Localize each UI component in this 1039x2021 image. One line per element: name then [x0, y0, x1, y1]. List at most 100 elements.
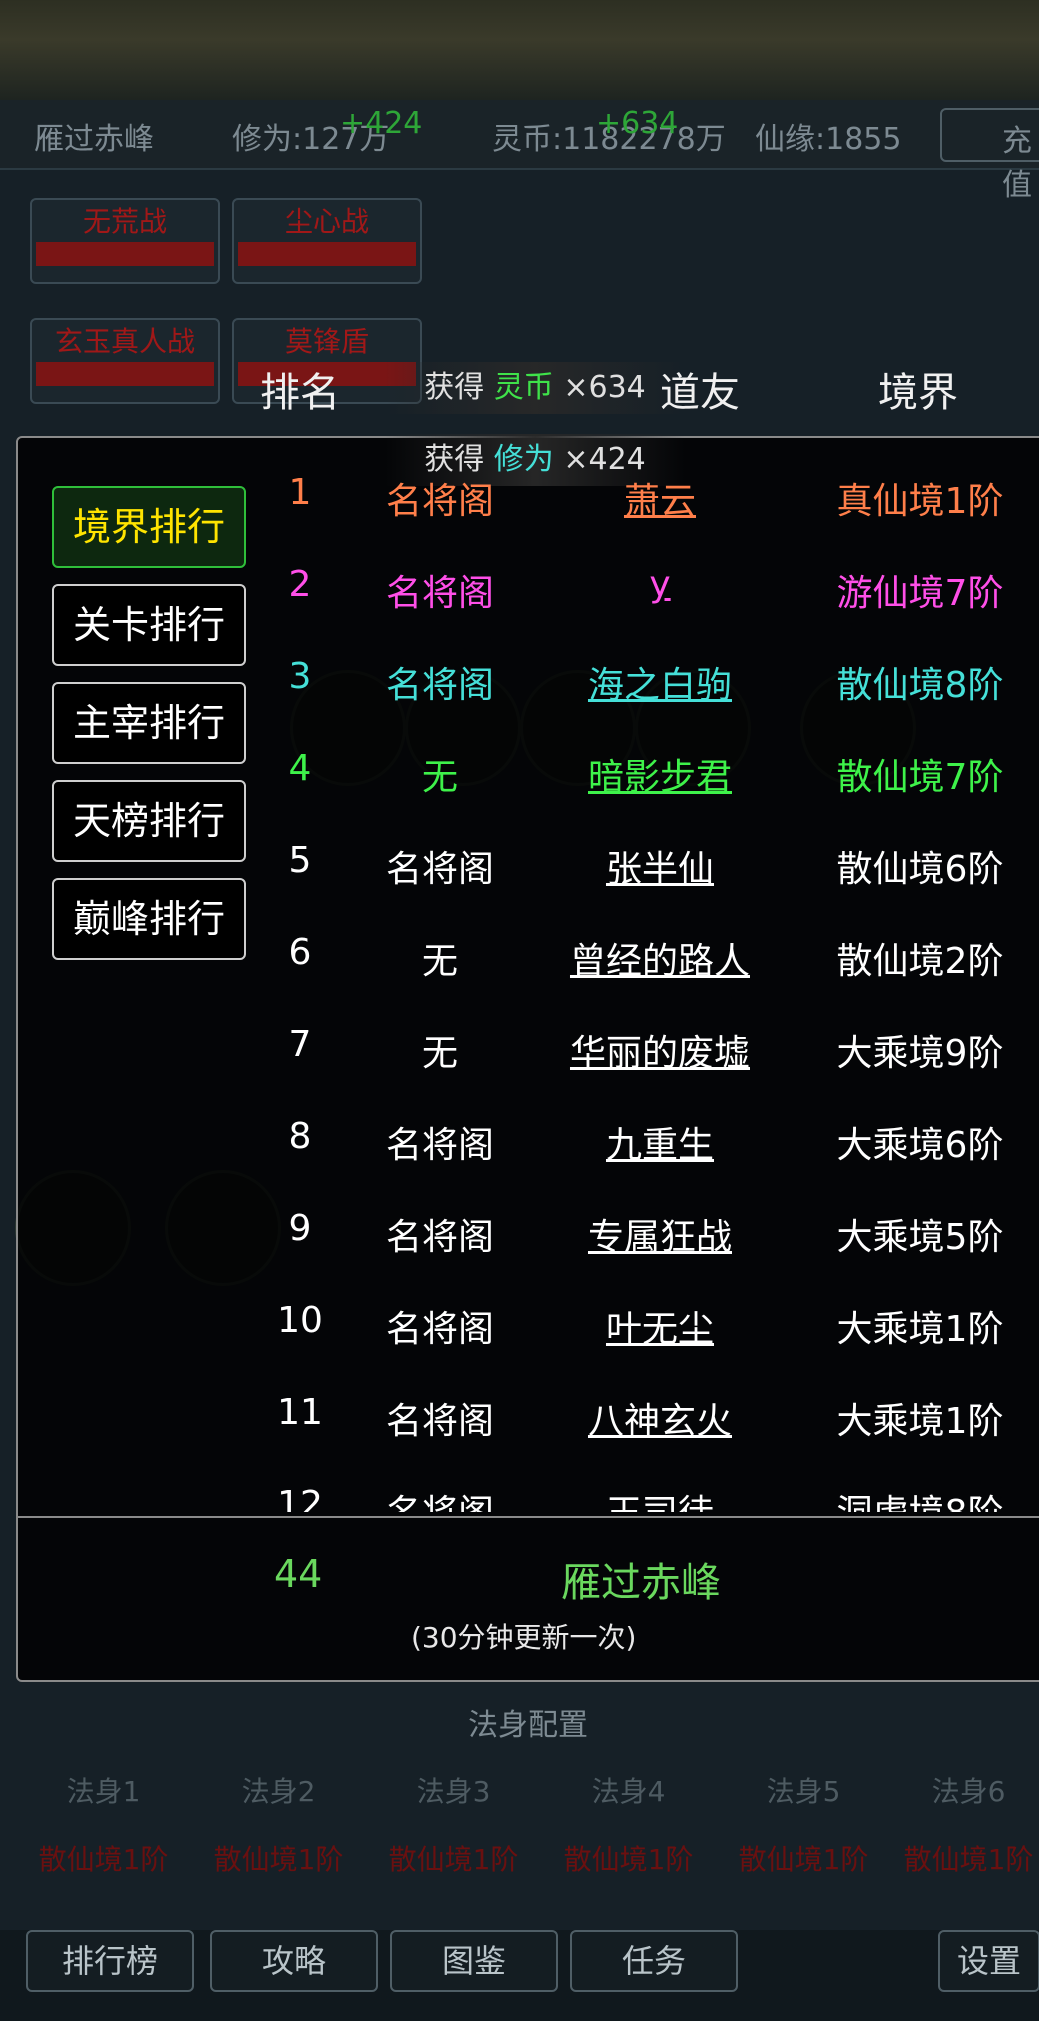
guild-cell: 名将阁 [350, 1484, 530, 1512]
nav-task-button[interactable]: 任务 [570, 1930, 738, 1992]
dharma-slots: 法身1 散仙境1阶 法身2 散仙境1阶 法身3 散仙境1阶 法身4 散仙境1阶 … [16, 1770, 1039, 1920]
nav-settings-button[interactable]: 设置 [938, 1930, 1039, 1992]
my-rank-row: 44 雁过赤峰 (30分钟更新一次) [16, 1516, 1039, 1678]
ranking-row[interactable]: 3 名将阁 海之白驹 散仙境8阶 [260, 636, 1039, 728]
player-name-link[interactable]: 暗影步君 [510, 748, 810, 800]
header-name: 道友 [660, 370, 740, 416]
realm-cell: 散仙境8阶 [836, 665, 1004, 706]
ranking-row[interactable]: 7 无 华丽的废墟 大乘境9阶 [260, 1004, 1039, 1096]
player-name-link[interactable]: 王司徒 [510, 1484, 810, 1512]
player-name-link[interactable]: 曾经的路人 [510, 932, 810, 984]
player-name-link[interactable]: 萧云 [510, 472, 810, 524]
rank-cell: 4 [288, 748, 312, 789]
realm-cell: 真仙境1阶 [836, 481, 1004, 522]
dharma-slot[interactable]: 法身3 散仙境1阶 [366, 1770, 541, 1878]
bottom-nav: 排行榜 攻略 图鉴 任务 设置 [0, 1930, 1039, 2021]
dharma-name: 法身4 [591, 1775, 666, 1808]
rank-cell: 11 [277, 1392, 323, 1433]
top-scenery [0, 0, 1039, 100]
tab-heaven-ranking[interactable]: 天榜排行 [52, 780, 246, 862]
battle-card[interactable]: 无荒战 [30, 198, 220, 284]
realm-cell: 洞虚境8阶 [800, 1484, 1039, 1512]
dharma-name: 法身5 [766, 1775, 841, 1808]
header-realm: 境界 [878, 370, 958, 416]
rank-cell: 3 [288, 656, 312, 697]
dharma-realm: 散仙境1阶 [563, 1843, 694, 1876]
realm-cell: 大乘境6阶 [836, 1125, 1004, 1166]
nav-guide-button[interactable]: 攻略 [210, 1930, 378, 1992]
rank-cell: 12 [277, 1484, 323, 1512]
rank-cell: 5 [288, 840, 312, 881]
ranking-row[interactable]: 8 名将阁 九重生 大乘境6阶 [260, 1096, 1039, 1188]
ranking-row[interactable]: 11 名将阁 八神玄火 大乘境1阶 [260, 1372, 1039, 1464]
guild-cell: 名将阁 [385, 573, 494, 614]
cultivation-gain: +424 [340, 106, 423, 141]
battle-card-title: 莫锋盾 [284, 325, 369, 358]
battle-card-title: 尘心战 [284, 205, 369, 238]
player-name-link[interactable]: 叶无尘 [510, 1300, 810, 1352]
rank-cell: 6 [288, 932, 312, 973]
dharma-slot[interactable]: 法身5 散仙境1阶 [716, 1770, 891, 1878]
dharma-realm: 散仙境1阶 [903, 1843, 1034, 1876]
rank-cell: 1 [288, 472, 312, 513]
player-name-link[interactable]: 张半仙 [510, 840, 810, 892]
battle-card[interactable]: 尘心战 [232, 198, 422, 284]
status-bar: 雁过赤峰 修为:127万 +424 灵币:1182278万 +634 仙缘:18… [0, 100, 1039, 203]
dharma-slot[interactable]: 法身2 散仙境1阶 [191, 1770, 366, 1878]
ranking-row[interactable]: 12 名将阁王司徒洞虚境8阶 [260, 1464, 1039, 1512]
guild-cell: 名将阁 [385, 665, 494, 706]
fate-value: 仙缘:1855 [755, 122, 902, 157]
battle-card[interactable]: 玄玉真人战 [30, 318, 220, 404]
tab-ruler-ranking[interactable]: 主宰排行 [52, 682, 246, 764]
ranking-list[interactable]: 1 名将阁 萧云 真仙境1阶 2 名将阁 y 游仙境7阶 3 名将阁 海之白驹 散仙境8阶 4 无暗影步君… [260, 452, 1039, 1512]
ranking-row[interactable]: 6 无 曾经的路人 散仙境2阶 [260, 912, 1039, 1004]
tab-stage-ranking[interactable]: 关卡排行 [52, 584, 246, 666]
player-name-link[interactable]: 海之白驹 [510, 656, 810, 708]
realm-cell: 大乘境5阶 [836, 1217, 1004, 1258]
my-name: 雁过赤峰 [561, 1560, 721, 1606]
ranking-row[interactable]: 5 名将阁 张半仙 散仙境6阶 [260, 820, 1039, 912]
tab-realm-ranking[interactable]: 境界排行 [52, 486, 246, 568]
guild-cell: 无 [421, 941, 458, 982]
ranking-row[interactable]: 4 无 暗影步君 散仙境7阶 [260, 728, 1039, 820]
nav-ranking-button[interactable]: 排行榜 [26, 1930, 194, 1992]
ranking-row[interactable]: 2 名将阁 y 游仙境7阶 [260, 544, 1039, 636]
recharge-label: 充值 [1002, 124, 1032, 203]
rank-cell: 10 [277, 1300, 323, 1341]
dharma-config-title: 法身配置 [468, 1708, 588, 1743]
dharma-realm: 散仙境1阶 [388, 1843, 519, 1876]
realm-cell: 散仙境7阶 [836, 757, 1004, 798]
dharma-name: 法身2 [241, 1775, 316, 1808]
header-rank: 排名 [260, 370, 340, 416]
rank-cell: 8 [288, 1116, 312, 1157]
recharge-button[interactable]: 充值 [940, 108, 1039, 203]
realm-cell: 大乘境1阶 [836, 1401, 1004, 1442]
realm-cell: 大乘境1阶 [836, 1309, 1004, 1350]
ranking-row[interactable]: 9 名将阁 专属狂战 大乘境5阶 [260, 1188, 1039, 1280]
player-name-link[interactable]: 八神玄火 [510, 1392, 810, 1444]
spirit-coin-gain: +634 [596, 106, 679, 141]
tab-peak-ranking[interactable]: 巅峰排行 [52, 878, 246, 960]
guild-cell: 名将阁 [385, 1125, 494, 1166]
ranking-row[interactable]: 1 名将阁 萧云 真仙境1阶 [260, 452, 1039, 544]
ranking-header: 排名 道友 境界 [260, 360, 1039, 430]
guild-cell: 名将阁 [385, 849, 494, 890]
ranking-row[interactable]: 10 名将阁 叶无尘 大乘境1阶 [260, 1280, 1039, 1372]
realm-cell: 游仙境7阶 [836, 573, 1004, 614]
player-name-link[interactable]: 九重生 [510, 1116, 810, 1168]
guild-cell: 无 [421, 1033, 458, 1074]
player-name-link[interactable]: 专属狂战 [510, 1208, 810, 1260]
dharma-slot[interactable]: 法身4 散仙境1阶 [541, 1770, 716, 1878]
dharma-slot[interactable]: 法身6 散仙境1阶 [891, 1770, 1039, 1878]
player-name-link[interactable]: 华丽的废墟 [510, 1024, 810, 1076]
realm-cell: 散仙境2阶 [836, 941, 1004, 982]
realm-cell: 大乘境9阶 [836, 1033, 1004, 1074]
guild-cell: 名将阁 [385, 1401, 494, 1442]
guild-cell: 名将阁 [385, 481, 494, 522]
battle-card-title: 无荒战 [82, 205, 167, 238]
player-name-link[interactable]: y [510, 564, 810, 605]
dharma-slot[interactable]: 法身1 散仙境1阶 [16, 1770, 191, 1878]
nav-codex-button[interactable]: 图鉴 [390, 1930, 558, 1992]
dharma-config-title-bar: 法身配置 [0, 1690, 1039, 1750]
guild-cell: 无 [421, 757, 458, 798]
